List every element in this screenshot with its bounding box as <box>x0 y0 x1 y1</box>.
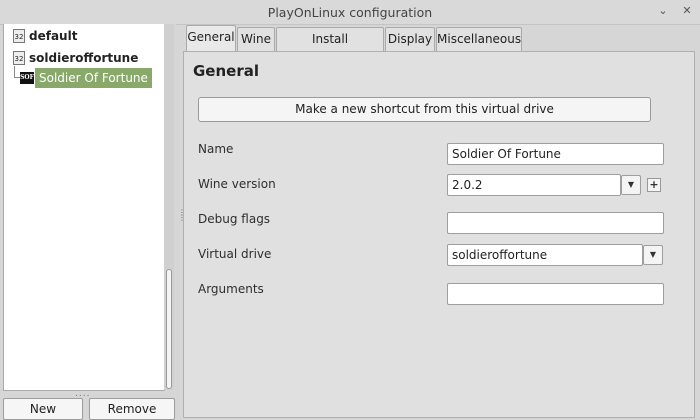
remove-button[interactable]: Remove <box>89 398 175 420</box>
window-title: PlayOnLinux configuration <box>267 5 433 20</box>
debug-flags-label: Debug flags <box>198 212 271 226</box>
debug-flags-field[interactable] <box>447 212 664 234</box>
wine-prefix-32bit-icon: 32 <box>13 51 25 65</box>
make-shortcut-button[interactable]: Make a new shortcut from this virtual dr… <box>198 97 651 122</box>
tree-item-soldieroffortune[interactable]: 32 soldieroffortune <box>4 48 162 68</box>
tab-general[interactable]: General <box>186 25 236 52</box>
tree-item-label-selected: Soldier Of Fortune <box>35 68 152 88</box>
close-icon[interactable]: ✕ <box>680 4 694 18</box>
wine-version-select[interactable]: 2.0.2 <box>447 174 621 196</box>
tab-install-components[interactable]: Install components <box>276 27 384 68</box>
tree-item-soldier-of-fortune[interactable]: SOF Soldier Of Fortune <box>4 68 162 88</box>
new-button[interactable]: New <box>3 398 83 420</box>
virtual-drive-select[interactable]: soldieroffortune <box>447 244 643 266</box>
scrollbar-thumb[interactable] <box>166 269 172 389</box>
chevron-down-icon[interactable]: ▼ <box>643 245 663 265</box>
arguments-field[interactable] <box>447 283 664 305</box>
prefix-tree[interactable]: 32 default 32 soldieroffortune SOF Soldi… <box>3 24 165 391</box>
tree-item-label: soldieroffortune <box>29 51 139 65</box>
splitter-grip-icon[interactable]: .... <box>75 390 90 399</box>
tab-miscellaneous[interactable]: Miscellaneous <box>436 27 522 51</box>
general-panel: General Make a new shortcut from this vi… <box>183 51 695 418</box>
soldier-of-fortune-icon: SOF <box>20 72 34 84</box>
tab-wine[interactable]: Wine <box>237 27 275 51</box>
title-bar: PlayOnLinux configuration ⌄ ✕ <box>0 0 700 25</box>
tab-display[interactable]: Display <box>385 27 435 51</box>
tree-scrollbar[interactable] <box>164 24 174 390</box>
add-wine-version-icon[interactable]: + <box>647 178 661 192</box>
left-pane: 32 default 32 soldieroffortune SOF Soldi… <box>3 24 176 420</box>
arguments-label: Arguments <box>198 282 264 296</box>
page-title: General <box>193 62 259 80</box>
chevron-down-icon[interactable]: ▼ <box>621 175 641 195</box>
name-field[interactable]: Soldier Of Fortune <box>447 143 664 165</box>
pane-splitter-grip-icon[interactable]: ⋮ ⋮ <box>178 209 186 222</box>
tree-item-label: default <box>29 29 78 43</box>
wine-prefix-32bit-icon: 32 <box>13 29 25 43</box>
name-label: Name <box>198 142 234 156</box>
minimize-icon[interactable]: ⌄ <box>656 4 670 18</box>
tree-item-default[interactable]: 32 default <box>4 26 162 46</box>
virtual-drive-label: Virtual drive <box>198 247 272 261</box>
wine-version-label: Wine version <box>198 177 276 191</box>
